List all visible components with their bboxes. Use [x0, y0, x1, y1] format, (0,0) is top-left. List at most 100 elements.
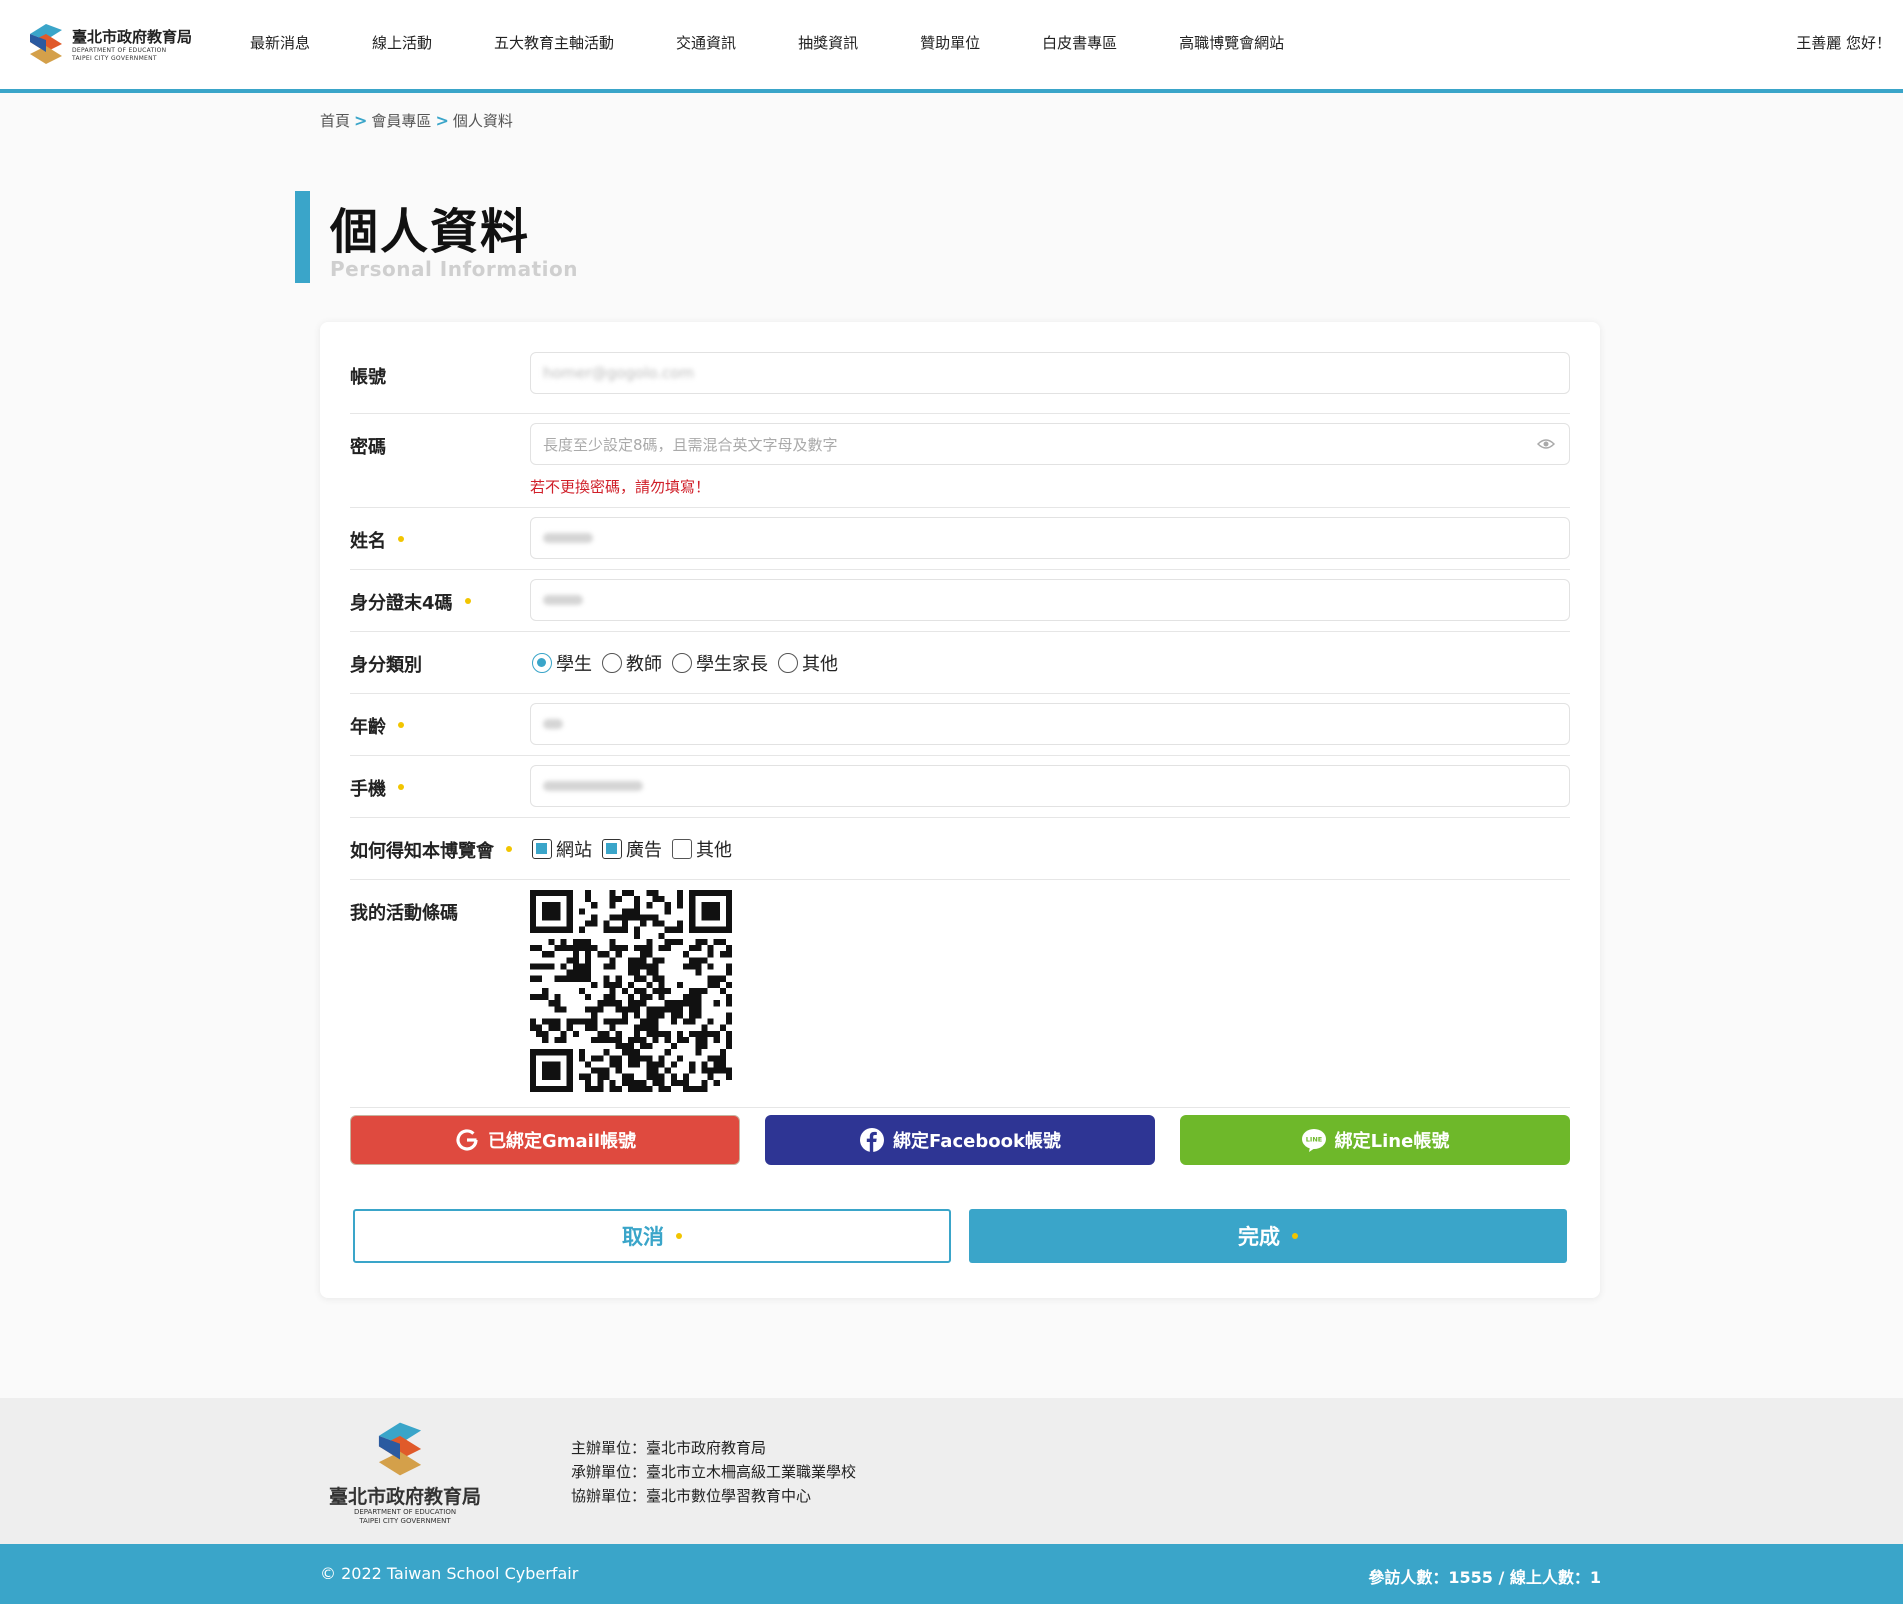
chevron-right-icon: >: [354, 111, 368, 130]
site-logo[interactable]: 臺北市政府教育局 DEPARTMENT OF EDUCATION TAIPEI …: [28, 22, 203, 68]
bind-gmail-label: 已綁定Gmail帳號: [487, 1131, 637, 1152]
breadcrumb-current: 個人資料: [452, 112, 513, 130]
page-title: 個人資料: [330, 204, 531, 260]
profile-form-card: 帳號 homer@gogolo.com 密碼 長度至少設定8碼，且需混合英文字母…: [320, 322, 1600, 1298]
breadcrumb-home[interactable]: 首頁: [320, 110, 350, 131]
identity-option-teacher[interactable]: 教師: [602, 650, 662, 676]
identity-label: 身分類別: [350, 655, 422, 676]
name-label: 姓名: [350, 527, 404, 553]
blurred-value: [543, 781, 643, 791]
password-row: 密碼 長度至少設定8碼，且需混合英文字母及數字 若不更換密碼，請勿填寫！: [350, 414, 1570, 508]
bind-facebook-label: 綁定Facebook帳號: [893, 1131, 1061, 1152]
password-input[interactable]: 長度至少設定8碼，且需混合英文字母及數字: [530, 423, 1570, 465]
source-row: 如何得知本博覽會 網站 廣告 其他: [350, 818, 1570, 880]
password-hint: 若不更換密碼，請勿填寫！: [530, 478, 711, 496]
page-subtitle: Personal Information: [330, 257, 578, 281]
mobile-row: 手機: [350, 756, 1570, 818]
logo-title: 臺北市政府教育局: [72, 28, 193, 46]
google-icon: [456, 1129, 478, 1151]
footer-info: 主辦單位：臺北市政府教育局 承辦單位：臺北市立木柵高級工業職業學校 協辦單位：臺…: [571, 1436, 856, 1508]
bind-line-button[interactable]: LINE 綁定Line帳號: [1180, 1115, 1570, 1165]
required-dot: [398, 722, 404, 728]
radio[interactable]: [778, 653, 798, 673]
nav-item-traffic[interactable]: 交通資訊: [676, 32, 736, 53]
svg-text:LINE: LINE: [1305, 1136, 1321, 1144]
nav-item-sponsors[interactable]: 贊助單位: [920, 32, 980, 53]
nav-item-five-themes[interactable]: 五大教育主軸活動: [494, 32, 614, 53]
done-label: 完成: [1238, 1225, 1280, 1249]
password-placeholder: 長度至少設定8碼，且需混合英文字母及數字: [543, 435, 838, 454]
site-header: 臺北市政府教育局 DEPARTMENT OF EDUCATION TAIPEI …: [0, 0, 1903, 93]
required-dot: [506, 846, 512, 852]
name-input[interactable]: [530, 517, 1570, 559]
age-label: 年齡: [350, 713, 404, 739]
account-field: homer@gogolo.com: [530, 352, 1570, 394]
footer-org-name: 臺北市政府教育局: [328, 1486, 481, 1508]
footer-org-sub1: DEPARTMENT OF EDUCATION: [353, 1508, 457, 1516]
footer-host: 主辦單位：臺北市政府教育局: [571, 1439, 767, 1457]
cancel-label: 取消: [622, 1225, 664, 1249]
footer-organizer: 承辦單位：臺北市立木柵高級工業職業學校: [571, 1463, 857, 1481]
required-dot: [464, 598, 471, 604]
identity-row: 身分類別 學生 教師 學生家長 其他: [350, 632, 1570, 694]
radio[interactable]: [602, 653, 622, 673]
source-option-ad[interactable]: 廣告: [602, 836, 662, 862]
identity-option-student[interactable]: 學生: [532, 650, 592, 676]
dot-icon: [676, 1233, 682, 1239]
breadcrumb: 首頁 > 會員專區 > 個人資料: [320, 110, 513, 131]
bind-line-label: 綁定Line帳號: [1334, 1131, 1450, 1152]
age-input[interactable]: [530, 703, 1570, 745]
bind-gmail-button[interactable]: 已綁定Gmail帳號: [350, 1115, 740, 1165]
account-value: homer@gogolo.com: [543, 364, 694, 382]
identity-option-parent[interactable]: 學生家長: [672, 650, 768, 676]
nav-item-white-paper[interactable]: 白皮書專區: [1042, 32, 1117, 53]
site-footer: 臺北市政府教育局 DEPARTMENT OF EDUCATION TAIPEI …: [0, 1398, 1903, 1544]
radio-checked[interactable]: [532, 653, 552, 673]
footer-org-sub2: TAIPEI CITY GOVERNMENT: [359, 1517, 451, 1525]
cancel-button[interactable]: 取消: [353, 1209, 951, 1263]
breadcrumb-member[interactable]: 會員專區: [371, 110, 431, 131]
password-label: 密碼: [350, 437, 386, 458]
line-icon: LINE: [1301, 1129, 1326, 1152]
bind-facebook-button[interactable]: 綁定Facebook帳號: [765, 1115, 1155, 1165]
identity-options: 學生 教師 學生家長 其他: [532, 650, 848, 676]
age-row: 年齡: [350, 694, 1570, 756]
radio[interactable]: [672, 653, 692, 673]
account-label: 帳號: [350, 367, 386, 388]
footer-bar: © 2022 Taiwan School Cyberfair 參訪人數：1555…: [0, 1544, 1903, 1604]
dot-icon: [1292, 1233, 1298, 1239]
blurred-value: [543, 533, 593, 543]
required-dot: [398, 536, 404, 542]
checkbox-checked[interactable]: [602, 839, 622, 859]
nav-item-online-events[interactable]: 線上活動: [372, 32, 432, 53]
name-row: 姓名: [350, 508, 1570, 570]
footer-co-organizer: 協辦單位：臺北市數位學習教育中心: [571, 1487, 812, 1505]
identity-option-other[interactable]: 其他: [778, 650, 838, 676]
source-option-website[interactable]: 網站: [532, 836, 592, 862]
source-label: 如何得知本博覽會: [350, 837, 512, 863]
copyright: © 2022 Taiwan School Cyberfair: [320, 1564, 579, 1583]
logo-subtitle-2: TAIPEI CITY GOVERNMENT: [72, 55, 157, 62]
mobile-input[interactable]: [530, 765, 1570, 807]
nav-item-news[interactable]: 最新消息: [250, 32, 310, 53]
done-button[interactable]: 完成: [969, 1209, 1567, 1263]
id-last4-input[interactable]: [530, 579, 1570, 621]
checkbox[interactable]: [672, 839, 692, 859]
visitor-stats: 參訪人數：1555 / 線上人數：1: [1368, 1568, 1601, 1587]
department-logo-icon: [30, 24, 62, 64]
main-nav: 最新消息 線上活動 五大教育主軸活動 交通資訊 抽獎資訊 贊助單位 白皮書專區 …: [250, 32, 1346, 53]
eye-icon[interactable]: [1537, 437, 1555, 451]
id-last4-label: 身分證末4碼: [350, 589, 471, 615]
mobile-label: 手機: [350, 775, 404, 801]
blurred-value: [543, 595, 583, 605]
footer-logo: 臺北市政府教育局 DEPARTMENT OF EDUCATION TAIPEI …: [320, 1420, 490, 1530]
source-option-other[interactable]: 其他: [672, 836, 732, 862]
id-last4-row: 身分證末4碼: [350, 570, 1570, 632]
user-greeting[interactable]: 王善麗 您好！: [1796, 32, 1891, 53]
nav-item-vocational-fair[interactable]: 高職博覽會網站: [1179, 32, 1284, 53]
facebook-icon: [860, 1128, 885, 1152]
source-options: 網站 廣告 其他: [532, 836, 742, 862]
checkbox-checked[interactable]: [532, 839, 552, 859]
nav-item-lottery[interactable]: 抽獎資訊: [798, 32, 858, 53]
chevron-right-icon: >: [435, 111, 449, 130]
